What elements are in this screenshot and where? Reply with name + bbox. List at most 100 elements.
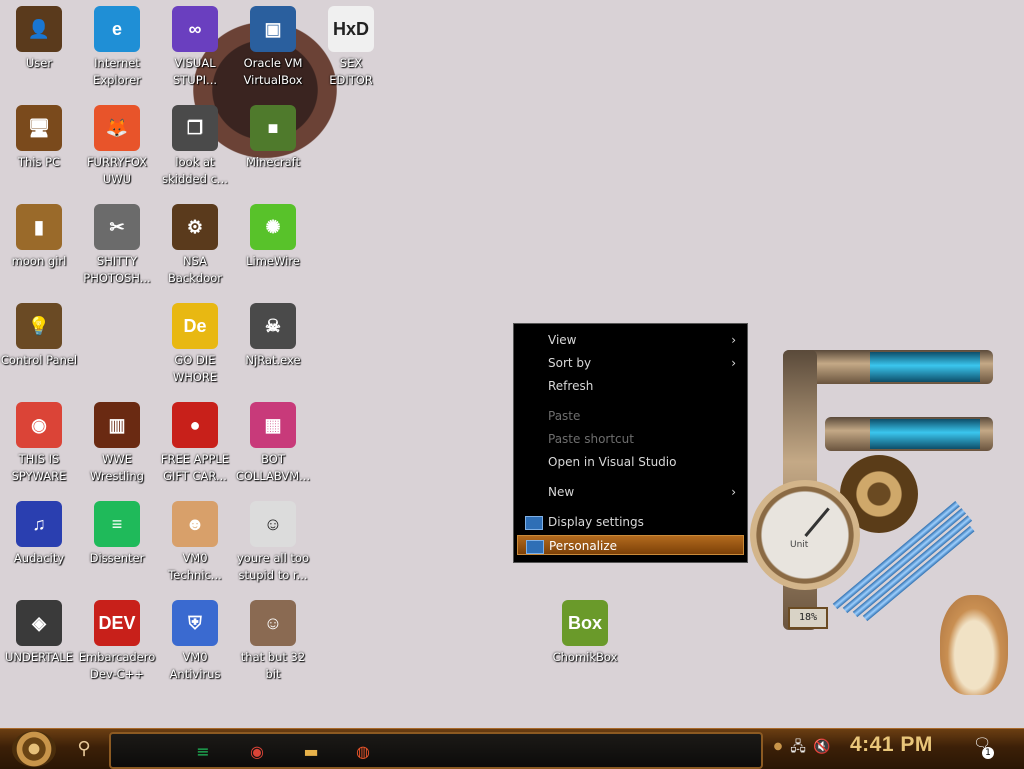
desktop-icon-label: Control Panel (0, 353, 78, 367)
context-menu-item-view[interactable]: View › (517, 330, 744, 350)
desktop-icon[interactable]: ✺ LimeWire (234, 200, 312, 270)
app-icon: ▣ (250, 6, 296, 52)
desktop-icon-label: VM0 Antivirus (169, 650, 221, 681)
chrome-taskbar-icon[interactable]: ◉ (243, 738, 271, 764)
desktop-icon[interactable]: ❐ look at skidded c... (156, 101, 234, 188)
volume-muted-icon[interactable]: 🔇 (812, 737, 832, 757)
app-icon: ● (172, 402, 218, 448)
context-menu-item-personalize[interactable]: Personalize (517, 535, 744, 555)
desktop-icon-label: youre all too stupid to r... (236, 551, 309, 582)
app-icon: ▦ (250, 402, 296, 448)
taskbar-pinned-apps: ≡ ◉ ▬ ◍ (109, 732, 763, 769)
tray-overflow-icon[interactable]: ● (768, 737, 788, 757)
desktop-icon-label: FURRYFOX UWU (86, 155, 148, 186)
context-menu-item-label: Sort by (548, 356, 592, 370)
app-icon: ∞ (172, 6, 218, 52)
desktop-icon-label: moon girl (11, 254, 67, 268)
desktop-icon[interactable]: 👤 User (0, 2, 78, 72)
context-menu-item-label: Paste (548, 409, 581, 423)
context-menu-item-label: Paste shortcut (548, 432, 634, 446)
app-icon: ✺ (250, 204, 296, 250)
dial-needle (804, 507, 830, 537)
context-menu-item-paste: Paste (517, 406, 744, 426)
desktop-icon[interactable]: 🖥 This PC (0, 101, 78, 171)
context-menu-item-label: New (548, 485, 575, 499)
file-explorer-taskbar-icon[interactable]: ▬ (297, 738, 325, 764)
app-icon: 💡 (16, 303, 62, 349)
app-icon: Box (562, 600, 608, 646)
desktop-icon[interactable]: ✂ SHITTY PHOTOSH... (78, 200, 156, 287)
start-orb-icon[interactable] (12, 731, 56, 767)
desktop-icon[interactable]: HxD SEX EDITOR (312, 2, 390, 89)
app-icon: ▥ (94, 402, 140, 448)
desktop-icon-label: Dissenter (89, 551, 145, 565)
lower-coolant-tube (870, 419, 980, 449)
desktop-icon-label: Embarcadero Dev-C++ (78, 650, 156, 681)
app-icon: ☠ (250, 303, 296, 349)
desktop-icon[interactable]: e Internet Explorer (78, 2, 156, 89)
desktop-icon-label: Internet Explorer (93, 56, 141, 87)
desktop-icon[interactable]: Box ChomikBox (546, 596, 624, 666)
app-icon: e (94, 6, 140, 52)
desktop-icon[interactable]: De GO DIE WHORE (156, 299, 234, 386)
desktop-icon[interactable]: ☺ that but 32 bit (234, 596, 312, 683)
desktop-icon-label: Audacity (13, 551, 65, 565)
context-menu-item-open-in-visual-studio[interactable]: Open in Visual Studio (517, 452, 744, 472)
app-icon: ☺ (250, 600, 296, 646)
desktop-icon-label: UNDERTALE (5, 650, 73, 664)
upper-coolant-tube (870, 352, 980, 382)
app-icon: HxD (328, 6, 374, 52)
desktop-icon[interactable]: ▦ BOT COLLABVM... (234, 398, 312, 485)
desktop-icon[interactable]: ∞ VISUAL STUPI... (156, 2, 234, 89)
context-menu-item-paste-shortcut: Paste shortcut (517, 429, 744, 449)
chevron-right-icon: › (731, 485, 736, 499)
desktop-icon-label: look at skidded c... (162, 155, 228, 186)
desktop-icon-label: Minecraft (246, 155, 300, 169)
pressure-dial: Unit (750, 480, 860, 590)
context-menu-item-label: Personalize (549, 539, 618, 553)
desktop-icon[interactable]: ◈ UNDERTALE (0, 596, 78, 666)
app-icon: ◈ (16, 600, 62, 646)
app-icon: ❐ (172, 105, 218, 151)
desktop-icon[interactable]: ■ Minecraft (234, 101, 312, 171)
desktop-icon[interactable]: ▣ Oracle VM VirtualBox (234, 2, 312, 89)
desktop-icon[interactable]: ● FREE APPLE GIFT CAR... (156, 398, 234, 485)
desktop-icon[interactable]: ☠ NjRat.exe (234, 299, 312, 369)
desktop-icon[interactable]: ▥ WWE Wrestling (78, 398, 156, 485)
desktop-icon-label: that but 32 bit (240, 650, 306, 681)
search-icon[interactable]: ⚲ (72, 737, 96, 761)
desktop-context-menu: View › Sort by › Refresh Paste Paste shortcut O… (513, 323, 748, 563)
desktop-icon[interactable]: ☻ VM0 Technic... (156, 497, 234, 584)
desktop[interactable]: 👤 User e Internet Explorer ∞ VISUAL STUPI... ▣… (0, 0, 1024, 728)
desktop-icon[interactable]: ☺ youre all too stupid to r... (234, 497, 312, 584)
desktop-icon[interactable]: ♫ Audacity (0, 497, 78, 567)
desktop-icon[interactable]: ⛨ VM0 Antivirus (156, 596, 234, 683)
personalize-icon (526, 540, 544, 554)
desktop-icon[interactable]: 💡 Control Panel (0, 299, 78, 369)
context-menu-item-refresh[interactable]: Refresh (517, 376, 744, 396)
context-menu-item-label: Refresh (548, 379, 594, 393)
context-menu-item-label: Open in Visual Studio (548, 455, 677, 469)
desktop-icon-label: THIS IS SPYWARE (11, 452, 67, 483)
desktop-icon-label: NjRat.exe (245, 353, 301, 367)
desktop-icon[interactable]: ◉ THIS IS SPYWARE (0, 398, 78, 485)
desktop-icon[interactable]: DEV Embarcadero Dev-C++ (78, 596, 156, 683)
app-icon: 🦊 (94, 105, 140, 151)
network-icon[interactable]: 🖧 (788, 737, 808, 757)
desktop-icon-label: ChomikBox (552, 650, 618, 664)
desktop-icon[interactable]: 🦊 FURRYFOX UWU (78, 101, 156, 188)
dissenter-taskbar-icon[interactable]: ≡ (189, 738, 217, 764)
app-icon: ☻ (172, 501, 218, 547)
dial-unit-label: Unit (790, 540, 809, 550)
firefox-taskbar-icon[interactable]: ◍ (349, 738, 377, 764)
context-menu-item-display-settings[interactable]: Display settings (517, 512, 744, 532)
desktop-icon[interactable]: ▮ moon girl (0, 200, 78, 270)
desktop-icon-label: SHITTY PHOTOSH... (83, 254, 151, 285)
desktop-icon-label: BOT COLLABVM... (235, 452, 311, 483)
context-menu-item-new[interactable]: New › (517, 482, 744, 502)
taskbar-clock[interactable]: 4:41 PM (850, 733, 933, 757)
context-menu-item-sort-by[interactable]: Sort by › (517, 353, 744, 373)
desktop-icon[interactable]: ≡ Dissenter (78, 497, 156, 567)
desktop-icon[interactable]: ⚙ NSA Backdoor (156, 200, 234, 287)
app-icon: ▮ (16, 204, 62, 250)
